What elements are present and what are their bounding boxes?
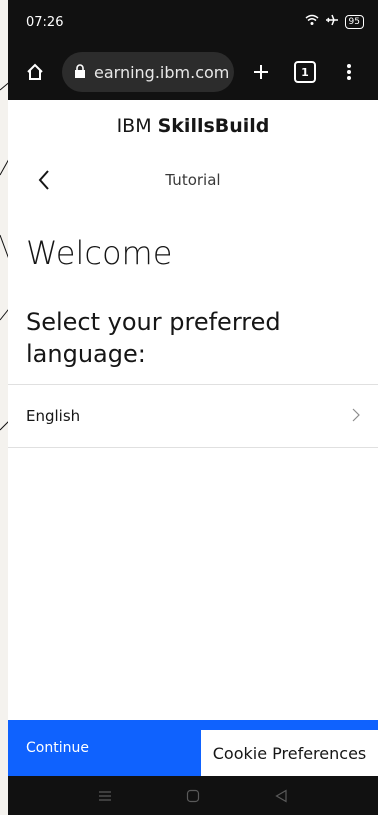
tutorial-nav: Tutorial <box>8 152 378 208</box>
home-icon[interactable] <box>18 55 52 89</box>
home-square-icon[interactable] <box>182 785 204 807</box>
airplane-icon <box>325 14 339 30</box>
status-icons: 95 <box>305 14 364 30</box>
nav-title: Tutorial <box>165 171 221 189</box>
list-item[interactable]: English <box>8 385 378 447</box>
language-prompt: Select your preferred language: <box>26 308 281 368</box>
continue-button[interactable]: Continue <box>26 740 89 756</box>
brand-name: SkillsBuild <box>157 115 270 137</box>
wifi-icon <box>305 14 319 30</box>
url-bar[interactable]: earning.ibm.com <box>62 52 234 92</box>
browser-toolbar: earning.ibm.com 1 <box>8 44 378 100</box>
menu-icon[interactable] <box>94 785 116 807</box>
chevron-left-icon[interactable] <box>30 166 58 194</box>
phone-screen: 07:26 95 earning.ibm.com 1 IBM SkillsBui… <box>8 0 378 815</box>
tabs-icon[interactable]: 1 <box>288 55 322 89</box>
status-bar: 07:26 95 <box>8 0 378 44</box>
language-label: English <box>26 407 81 425</box>
plus-icon[interactable] <box>244 55 278 89</box>
battery-icon: 95 <box>344 15 364 29</box>
bottom-action-bar: Continue Cookie Preferences <box>8 720 378 776</box>
status-time: 07:26 <box>26 14 64 30</box>
language-list: English <box>8 384 378 448</box>
lock-icon <box>74 63 86 82</box>
brand-prefix: IBM <box>116 115 152 137</box>
back-triangle-icon[interactable] <box>270 785 292 807</box>
brand-header[interactable]: IBM SkillsBuild <box>8 100 378 152</box>
cookie-preferences-button[interactable]: Cookie Preferences <box>201 730 378 776</box>
chevron-right-icon <box>352 407 360 426</box>
system-nav-bar <box>8 776 378 815</box>
more-icon[interactable] <box>332 55 366 89</box>
page-title: Welcome <box>26 234 173 272</box>
url-text: earning.ibm.com <box>94 62 230 82</box>
tab-count: 1 <box>294 61 316 83</box>
